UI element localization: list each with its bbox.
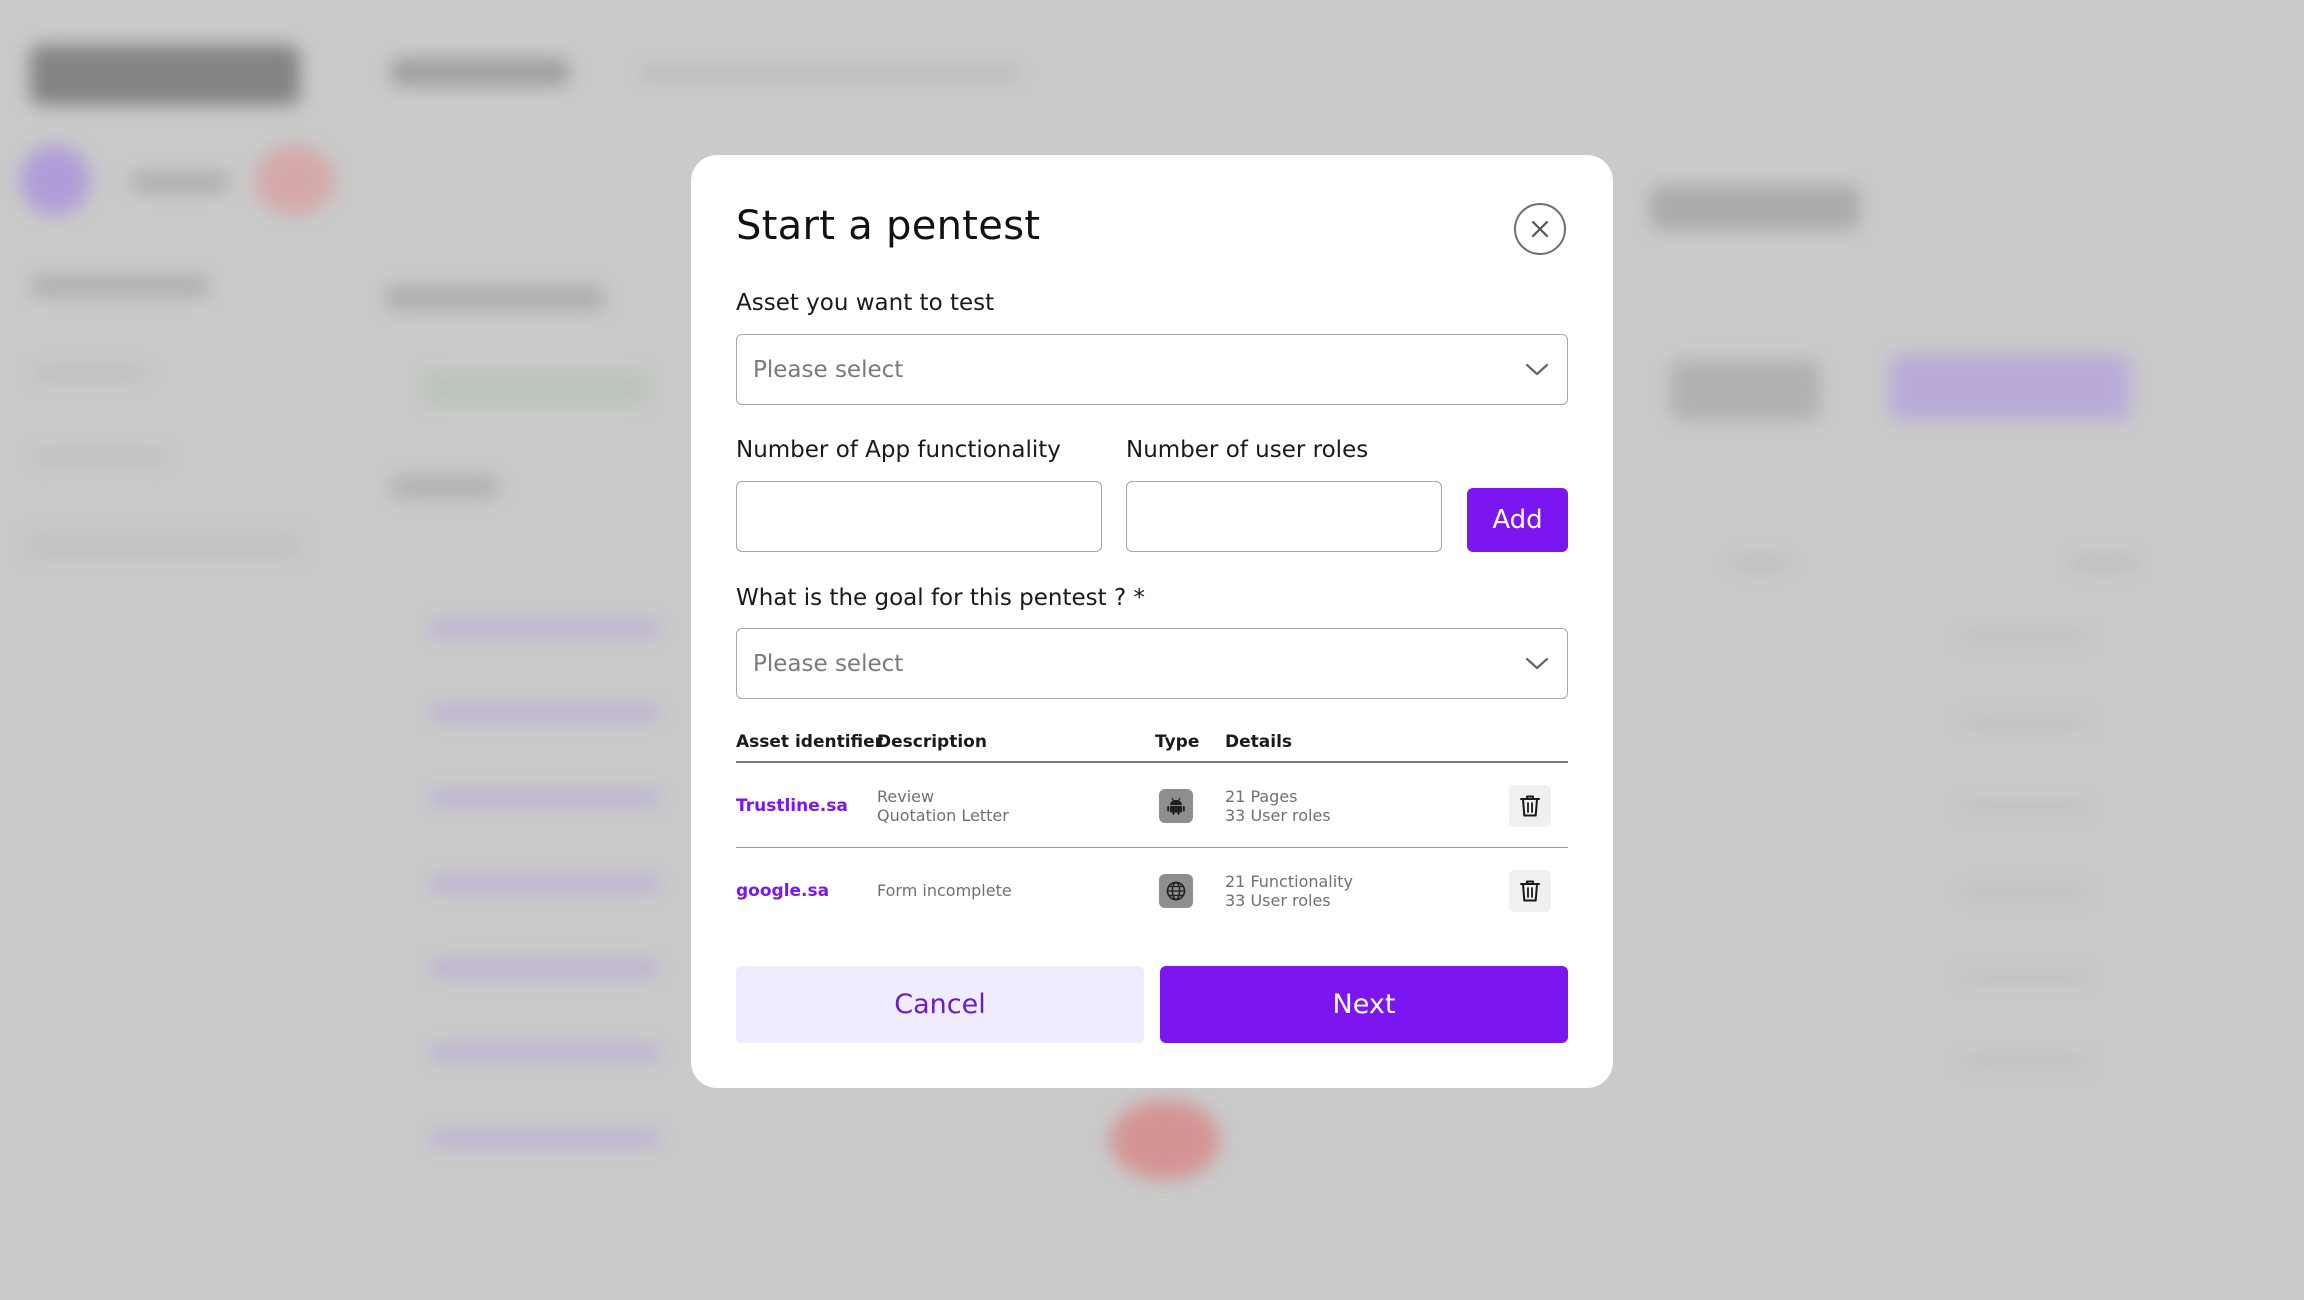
chevron-down-icon	[1525, 363, 1549, 375]
add-button[interactable]: Add	[1467, 488, 1568, 552]
close-icon	[1531, 220, 1549, 238]
header-description: Description	[877, 732, 987, 752]
trash-icon	[1520, 795, 1540, 817]
asset-description: Review Quotation Letter	[877, 787, 1009, 825]
goal-label: What is the goal for this pentest ? *	[736, 585, 1145, 611]
android-icon	[1159, 789, 1193, 823]
asset-select[interactable]: Please select	[736, 334, 1568, 405]
globe-icon	[1159, 874, 1193, 908]
header-type: Type	[1155, 732, 1200, 752]
user-roles-input[interactable]	[1126, 481, 1442, 552]
goal-select[interactable]: Please select	[736, 628, 1568, 699]
details-line: 33 User roles	[1225, 806, 1331, 825]
header-details: Details	[1225, 732, 1293, 752]
details-line: 21 Functionality	[1225, 872, 1353, 891]
table-row: google.sa Form incomplete 21 Functionali…	[736, 848, 1568, 933]
description-line: Review	[877, 787, 935, 806]
asset-select-placeholder: Please select	[753, 356, 904, 383]
close-button[interactable]	[1514, 203, 1566, 255]
user-roles-label: Number of user roles	[1126, 437, 1369, 463]
trash-icon	[1520, 880, 1540, 902]
next-button[interactable]: Next	[1160, 966, 1568, 1043]
goal-select-placeholder: Please select	[753, 650, 904, 677]
cancel-button[interactable]: Cancel	[736, 966, 1144, 1043]
asset-identifier-link[interactable]: google.sa	[736, 881, 829, 901]
start-pentest-modal: Start a pentest Asset you want to test P…	[691, 155, 1613, 1088]
asset-details: 21 Functionality 33 User roles	[1225, 872, 1353, 910]
delete-row-button[interactable]	[1509, 870, 1551, 912]
table-header: Asset identifier Description Type Detail…	[736, 722, 1568, 763]
asset-details: 21 Pages 33 User roles	[1225, 787, 1331, 825]
delete-row-button[interactable]	[1509, 785, 1551, 827]
details-line: 21 Pages	[1225, 787, 1298, 806]
app-functionality-label: Number of App functionality	[736, 437, 1061, 463]
description-line: Form incomplete	[877, 881, 1012, 900]
asset-identifier-link[interactable]: Trustline.sa	[736, 796, 848, 816]
asset-description: Form incomplete	[877, 881, 1012, 900]
description-line: Quotation Letter	[877, 806, 1009, 825]
table-row: Trustline.sa Review Quotation Letter 21 …	[736, 763, 1568, 848]
asset-label: Asset you want to test	[736, 290, 995, 316]
assets-table: Asset identifier Description Type Detail…	[736, 722, 1568, 933]
app-functionality-input[interactable]	[736, 481, 1102, 552]
details-line: 33 User roles	[1225, 891, 1331, 910]
modal-title: Start a pentest	[736, 203, 1041, 249]
header-asset-identifier: Asset identifier	[736, 732, 884, 752]
chevron-down-icon	[1525, 657, 1549, 669]
